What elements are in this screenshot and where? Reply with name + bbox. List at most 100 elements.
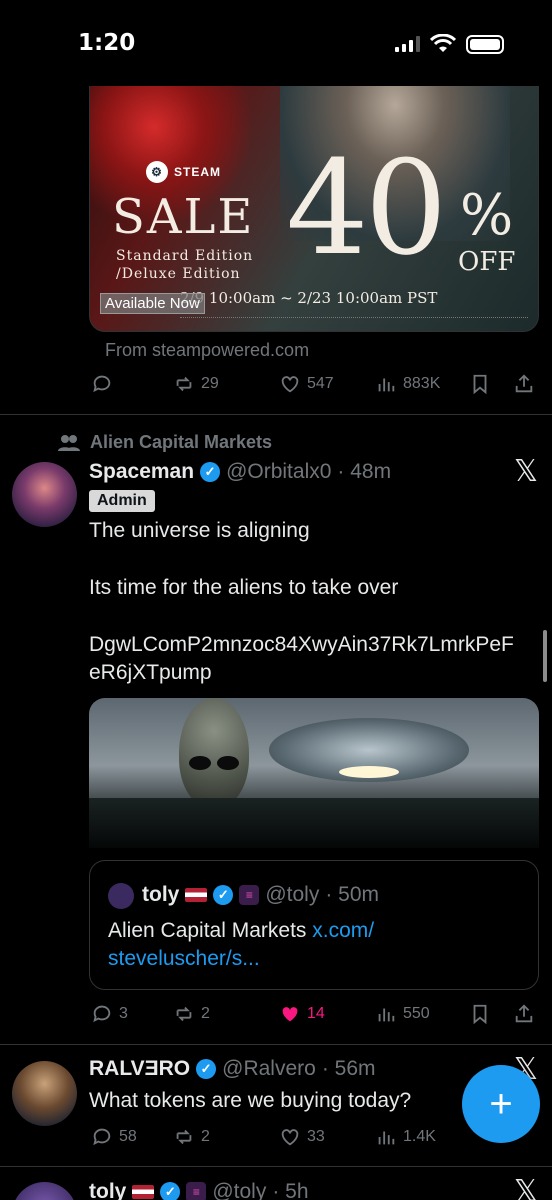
reply-button[interactable]: 58 (91, 1126, 137, 1148)
verified-icon: ✓ (200, 462, 221, 482)
sale-dates: 2/9 10:00am ~ 2/23 10:00am PST (180, 289, 438, 307)
alien-figure (179, 698, 249, 808)
repost-icon (176, 1006, 192, 1022)
tweet-text-line: eR6jXTpump (89, 661, 212, 684)
wifi-icon (430, 34, 456, 52)
like-button[interactable]: 33 (279, 1126, 325, 1148)
views-icon (378, 1008, 395, 1022)
solana-icon: ≡ (186, 1182, 207, 1200)
solana-icon: ≡ (239, 885, 260, 905)
like-icon (281, 1129, 299, 1146)
quote-link[interactable]: x.com/ (312, 919, 374, 942)
bookmark-button[interactable] (469, 373, 491, 395)
verified-icon: ✓ (213, 885, 234, 905)
avatar (108, 883, 134, 909)
off-label: OFF (458, 247, 516, 277)
tweet-time: · 48m (337, 460, 392, 483)
verified-icon: ✓ (160, 1182, 181, 1200)
divider (0, 1044, 552, 1045)
steam-logo: ⚙ STEAM (146, 161, 221, 183)
us-flag-icon (132, 1185, 155, 1199)
signal-icon (395, 36, 420, 52)
scrollbar[interactable] (543, 630, 547, 682)
quote-text: Alien Capital Markets x.com/ stevelusche… (108, 919, 375, 970)
link-source[interactable]: From steampowered.com (105, 340, 309, 361)
x-logo-icon: 𝕏 (513, 454, 538, 489)
author-handle[interactable]: @Orbitalx0 (226, 460, 331, 484)
tweet-text-line: Its time for the aliens to take over (89, 576, 399, 599)
bookmark-icon (473, 1004, 487, 1025)
share-button[interactable] (513, 1003, 535, 1025)
reply-icon (93, 1005, 111, 1023)
discount-number: 40 (286, 132, 447, 284)
available-now-badge: Available Now (100, 293, 205, 314)
views-icon (378, 378, 395, 392)
reply-button[interactable] (91, 373, 113, 395)
repost-button[interactable]: 2 (173, 1003, 210, 1025)
battery-icon (466, 34, 504, 54)
tweet-time: · 56m (321, 1057, 376, 1080)
author-row: RALVƎRO ✓ @Ralvero · 56m (89, 1057, 376, 1081)
repost-button[interactable]: 2 (173, 1126, 210, 1148)
bookmark-icon (473, 374, 487, 395)
status-time: 1:20 (78, 30, 136, 56)
views-button[interactable]: 550 (375, 1003, 430, 1025)
repost-button[interactable]: 29 (173, 373, 219, 395)
like-button[interactable]: 547 (279, 373, 334, 395)
divider (0, 414, 552, 415)
community-icon (58, 434, 80, 451)
share-icon (515, 1004, 533, 1023)
compose-button[interactable]: + (462, 1065, 540, 1143)
x-logo-icon: 𝕏 (513, 1174, 538, 1200)
avatar[interactable] (12, 462, 77, 527)
status-icons (395, 34, 504, 54)
author-name[interactable]: Spaceman (89, 460, 194, 484)
fine-print (180, 317, 528, 320)
quoted-tweet[interactable]: toly ✓ ≡ @toly · 50m Alien Capital Marke… (89, 860, 539, 990)
like-icon (281, 376, 299, 393)
reply-button[interactable]: 3 (91, 1003, 128, 1025)
sale-heading: SALE (112, 189, 255, 245)
reply-icon (93, 1128, 111, 1146)
tweet-text: What tokens are we buying today? (89, 1089, 412, 1112)
steam-icon: ⚙ (146, 161, 168, 183)
like-button[interactable]: 14 (279, 1003, 325, 1025)
quote-author-name: toly (142, 883, 180, 906)
author-name[interactable]: RALVƎRO (89, 1057, 190, 1081)
tweet-time: · 5h (272, 1180, 309, 1200)
reply-icon (93, 375, 111, 393)
edition-text: Standard Edition /Deluxe Edition (116, 248, 254, 282)
author-row: Spaceman ✓ @Orbitalx0 · 48m (89, 460, 391, 484)
status-bar: 1:20 (0, 0, 552, 86)
avatar[interactable] (12, 1061, 77, 1126)
tweet-text-line: The universe is aligning (89, 519, 310, 542)
tweet-actions: 3 2 14 550 (89, 1001, 539, 1027)
quote-link[interactable]: steveluscher/s... (108, 947, 260, 970)
divider (0, 1166, 552, 1167)
us-flag-icon (185, 888, 208, 902)
quote-time: · 50m (325, 883, 380, 906)
percent-sign: % (460, 183, 514, 248)
views-button[interactable]: 1.4K (375, 1126, 436, 1148)
author-name[interactable]: toly (89, 1180, 126, 1200)
verified-icon: ✓ (196, 1059, 217, 1079)
quote-author-row: toly ✓ ≡ @toly · 50m (142, 883, 379, 907)
tweet-text-line: DgwLComP2mnzoc84XwyAin37Rk7LmrkPeF (89, 633, 514, 656)
author-row: toly ✓ ≡ @toly · 5h (89, 1180, 309, 1200)
repost-icon (176, 1129, 192, 1145)
avatar[interactable] (12, 1182, 77, 1200)
tweet-actions: 29 547 883K (89, 371, 539, 397)
community-label[interactable]: Alien Capital Markets (58, 432, 272, 453)
views-icon (378, 1131, 395, 1145)
author-handle[interactable]: @Ralvero (222, 1057, 316, 1081)
repost-icon (176, 376, 192, 392)
role-badge: Admin (89, 490, 155, 512)
link-card-image[interactable]: ⚙ STEAM SALE Standard Edition /Deluxe Ed… (89, 70, 539, 332)
bookmark-button[interactable] (469, 1003, 491, 1025)
share-button[interactable] (513, 373, 535, 395)
like-icon (282, 1007, 298, 1022)
share-icon (515, 374, 533, 393)
author-handle[interactable]: @toly (212, 1180, 266, 1200)
tweet-image[interactable] (89, 698, 539, 848)
views-button[interactable]: 883K (375, 373, 440, 395)
